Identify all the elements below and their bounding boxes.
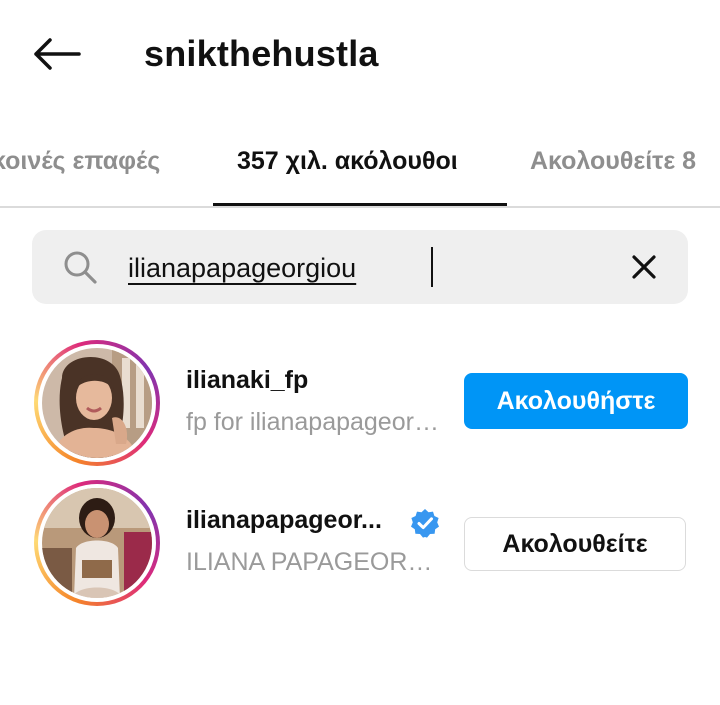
- avatar: [42, 348, 152, 458]
- followers-page: snikthehustla κοινές επαφές 357 χιλ. ακό…: [0, 0, 720, 705]
- top-bar: snikthehustla: [0, 0, 720, 110]
- verified-badge-icon: [411, 509, 439, 538]
- tab-mutual[interactable]: κοινές επαφές: [0, 118, 160, 204]
- search-bar: [32, 230, 688, 304]
- tab-following[interactable]: Ακολουθείτε 8: [530, 118, 696, 204]
- username[interactable]: ilianaki_fp: [186, 366, 308, 395]
- page-title: snikthehustla: [144, 33, 379, 74]
- close-icon: [632, 255, 656, 279]
- story-ring[interactable]: [34, 340, 160, 466]
- follow-button[interactable]: Ακολουθήστε: [464, 373, 688, 429]
- story-ring[interactable]: [34, 480, 160, 606]
- clear-search-button[interactable]: [624, 247, 664, 287]
- following-button[interactable]: Ακολουθείτε: [464, 517, 686, 571]
- list-item[interactable]: ilianapapageor... ILIANA PAPAGEORGIOU Ακ…: [0, 476, 720, 616]
- avatar: [42, 488, 152, 598]
- arrow-left-icon: [34, 38, 81, 70]
- search-icon: [64, 251, 97, 284]
- text-cursor: [431, 247, 433, 287]
- divider: [0, 206, 720, 208]
- search-input[interactable]: [128, 246, 608, 290]
- full-name: ILIANA PAPAGEORGIOU: [186, 548, 446, 576]
- tab-bar: κοινές επαφές 357 χιλ. ακόλουθοι Ακολουθ…: [0, 118, 720, 208]
- back-button[interactable]: [28, 30, 84, 78]
- tab-followers[interactable]: 357 χιλ. ακόλουθοι: [237, 118, 458, 204]
- username[interactable]: ilianapapageor...: [186, 506, 382, 535]
- full-name: fp for ilianapapageorgiou: [186, 408, 446, 436]
- list-item[interactable]: ilianaki_fp fp for ilianapapageorgiou Ακ…: [0, 336, 720, 476]
